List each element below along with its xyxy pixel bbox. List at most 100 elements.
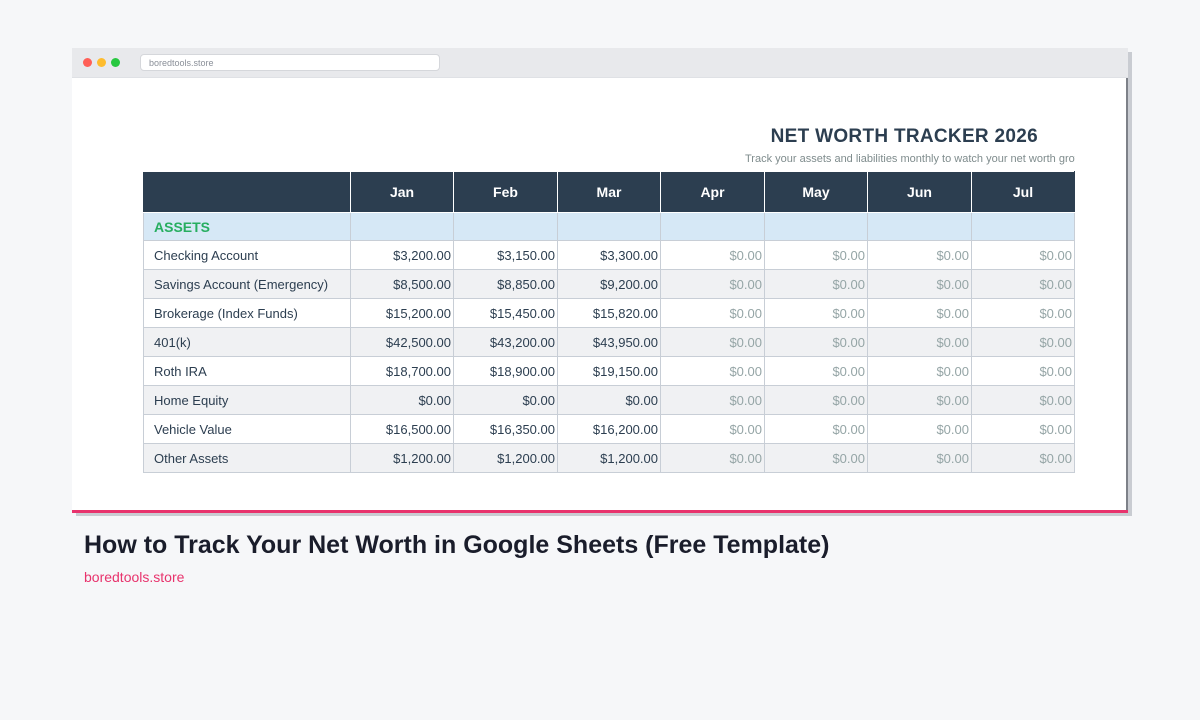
value-cell[interactable]: $15,820.00 — [557, 298, 661, 328]
row-label-cell[interactable]: 401(k) — [143, 327, 351, 357]
month-header-jul[interactable]: Jul — [971, 171, 1075, 213]
accent-divider — [72, 510, 1128, 513]
value-cell[interactable]: $0.00 — [971, 414, 1075, 444]
table-row: Brokerage (Index Funds) $15,200.00 $15,450… — [143, 298, 1075, 328]
address-bar[interactable]: boredtools.store — [140, 54, 440, 71]
value-cell[interactable]: $19,150.00 — [557, 356, 661, 386]
row-label-cell[interactable]: Home Equity — [143, 385, 351, 415]
value-cell[interactable]: $0.00 — [660, 414, 765, 444]
value-cell[interactable]: $0.00 — [764, 269, 868, 299]
value-cell[interactable]: $0.00 — [660, 385, 765, 415]
value-cell[interactable]: $8,500.00 — [350, 269, 454, 299]
value-cell[interactable]: $0.00 — [971, 385, 1075, 415]
value-cell[interactable]: $0.00 — [660, 269, 765, 299]
value-cell[interactable]: $0.00 — [660, 356, 765, 386]
sheet-subtitle: Track your assets and liabilities monthl… — [745, 153, 1075, 165]
table-row: 401(k) $42,500.00 $43,200.00 $43,950.00 $0.0… — [143, 327, 1075, 357]
value-cell[interactable]: $3,300.00 — [557, 240, 661, 270]
value-cell[interactable]: $0.00 — [660, 327, 765, 357]
value-cell[interactable]: $0.00 — [971, 327, 1075, 357]
value-cell[interactable]: $0.00 — [764, 240, 868, 270]
section-empty-cell[interactable] — [764, 212, 868, 241]
section-empty-cell[interactable] — [660, 212, 765, 241]
site-link[interactable]: boredtools.store — [84, 569, 184, 585]
value-cell[interactable]: $0.00 — [971, 443, 1075, 473]
value-cell[interactable]: $0.00 — [764, 385, 868, 415]
value-cell[interactable]: $0.00 — [660, 240, 765, 270]
value-cell[interactable]: $0.00 — [867, 414, 972, 444]
value-cell[interactable]: $1,200.00 — [557, 443, 661, 473]
value-cell[interactable]: $3,150.00 — [453, 240, 558, 270]
value-cell[interactable]: $0.00 — [557, 385, 661, 415]
row-label-cell[interactable]: Savings Account (Emergency) — [143, 269, 351, 299]
value-cell[interactable]: $0.00 — [453, 385, 558, 415]
assets-section-row: ASSETS — [143, 212, 1075, 241]
row-label-cell[interactable]: Vehicle Value — [143, 414, 351, 444]
assets-section-label[interactable]: ASSETS — [143, 212, 351, 241]
header-corner-cell[interactable] — [143, 171, 351, 213]
value-cell[interactable]: $43,200.00 — [453, 327, 558, 357]
value-cell[interactable]: $0.00 — [971, 269, 1075, 299]
table-row: Other Assets $1,200.00 $1,200.00 $1,200.00 $… — [143, 443, 1075, 473]
value-cell[interactable]: $0.00 — [867, 327, 972, 357]
value-cell[interactable]: $0.00 — [971, 240, 1075, 270]
row-label-cell[interactable]: Other Assets — [143, 443, 351, 473]
section-empty-cell[interactable] — [453, 212, 558, 241]
value-cell[interactable]: $16,500.00 — [350, 414, 454, 444]
value-cell[interactable]: $0.00 — [867, 298, 972, 328]
value-cell[interactable]: $0.00 — [867, 385, 972, 415]
value-cell[interactable]: $0.00 — [660, 298, 765, 328]
value-cell[interactable]: $8,850.00 — [453, 269, 558, 299]
month-header-jun[interactable]: Jun — [867, 171, 972, 213]
value-cell[interactable]: $16,200.00 — [557, 414, 661, 444]
value-cell[interactable]: $0.00 — [971, 298, 1075, 328]
month-header-feb[interactable]: Feb — [453, 171, 558, 213]
article-headline[interactable]: How to Track Your Net Worth in Google Sh… — [84, 531, 829, 560]
month-header-row: Jan Feb Mar Apr May Jun Jul — [143, 171, 1075, 213]
value-cell[interactable]: $0.00 — [764, 298, 868, 328]
row-label-cell[interactable]: Checking Account — [143, 240, 351, 270]
value-cell[interactable]: $43,950.00 — [557, 327, 661, 357]
value-cell[interactable]: $15,450.00 — [453, 298, 558, 328]
row-label-cell[interactable]: Brokerage (Index Funds) — [143, 298, 351, 328]
value-cell[interactable]: $0.00 — [764, 443, 868, 473]
value-cell[interactable]: $15,200.00 — [350, 298, 454, 328]
value-cell[interactable]: $9,200.00 — [557, 269, 661, 299]
section-empty-cell[interactable] — [867, 212, 972, 241]
value-cell[interactable]: $0.00 — [867, 356, 972, 386]
table-row: Roth IRA $18,700.00 $18,900.00 $19,150.00 $0… — [143, 356, 1075, 386]
value-cell[interactable]: $0.00 — [764, 327, 868, 357]
month-header-jan[interactable]: Jan — [350, 171, 454, 213]
value-cell[interactable]: $0.00 — [764, 414, 868, 444]
value-cell[interactable]: $0.00 — [971, 356, 1075, 386]
value-cell[interactable]: $0.00 — [660, 443, 765, 473]
value-cell[interactable]: $0.00 — [764, 356, 868, 386]
value-cell[interactable]: $0.00 — [867, 269, 972, 299]
row-label-cell[interactable]: Roth IRA — [143, 356, 351, 386]
browser-titlebar: boredtools.store — [72, 48, 1128, 78]
value-cell[interactable]: $18,900.00 — [453, 356, 558, 386]
table-row: Vehicle Value $16,500.00 $16,350.00 $16,200… — [143, 414, 1075, 444]
browser-window: boredtools.store NET WORTH TRACKER 2026 … — [72, 48, 1128, 512]
month-header-may[interactable]: May — [764, 171, 868, 213]
value-cell[interactable]: $3,200.00 — [350, 240, 454, 270]
table-row: Checking Account $3,200.00 $3,150.00 $3,300… — [143, 240, 1075, 270]
value-cell[interactable]: $42,500.00 — [350, 327, 454, 357]
page-viewport: NET WORTH TRACKER 2026 Track your assets… — [72, 78, 1128, 512]
value-cell[interactable]: $0.00 — [867, 240, 972, 270]
section-empty-cell[interactable] — [350, 212, 454, 241]
value-cell[interactable]: $16,350.00 — [453, 414, 558, 444]
table-row: Savings Account (Emergency) $8,500.00 $8,8… — [143, 269, 1075, 299]
section-empty-cell[interactable] — [971, 212, 1075, 241]
value-cell[interactable]: $0.00 — [350, 385, 454, 415]
minimize-window-icon[interactable] — [97, 58, 106, 67]
value-cell[interactable]: $1,200.00 — [453, 443, 558, 473]
section-empty-cell[interactable] — [557, 212, 661, 241]
maximize-window-icon[interactable] — [111, 58, 120, 67]
value-cell[interactable]: $18,700.00 — [350, 356, 454, 386]
value-cell[interactable]: $1,200.00 — [350, 443, 454, 473]
month-header-apr[interactable]: Apr — [660, 171, 765, 213]
value-cell[interactable]: $0.00 — [867, 443, 972, 473]
close-window-icon[interactable] — [83, 58, 92, 67]
month-header-mar[interactable]: Mar — [557, 171, 661, 213]
